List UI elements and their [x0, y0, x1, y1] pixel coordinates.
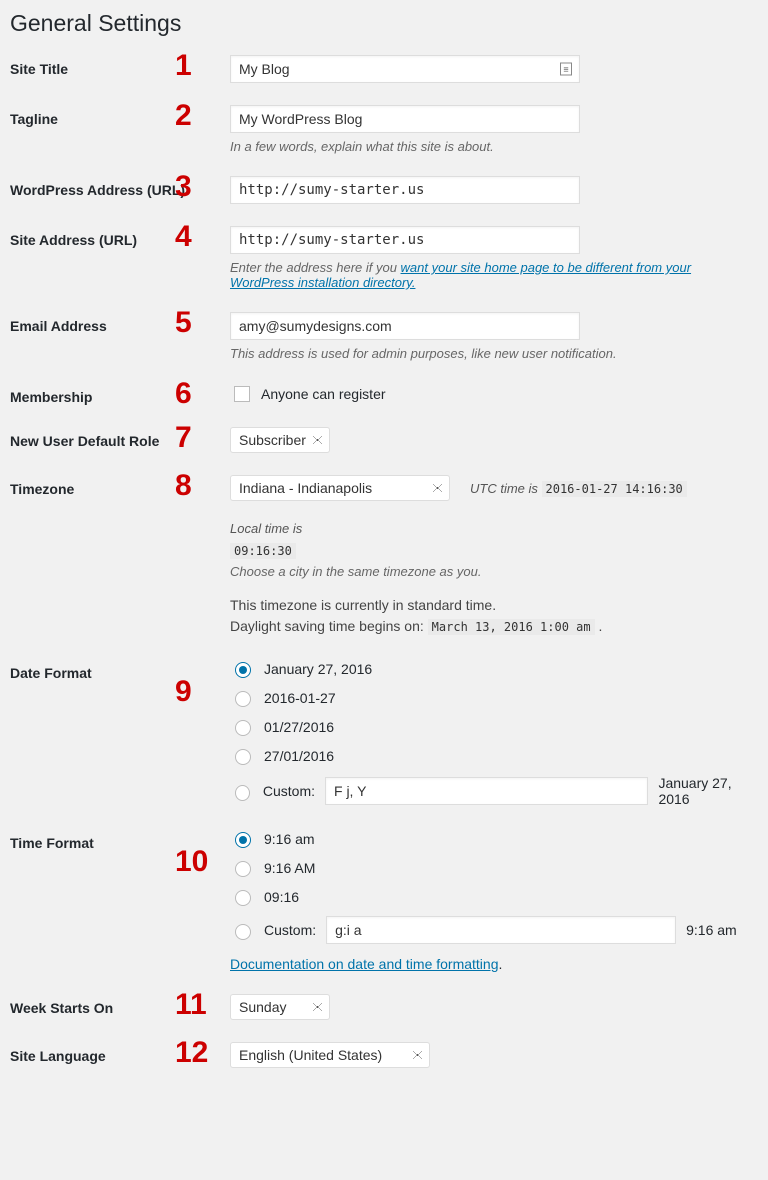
email-input[interactable] — [230, 312, 580, 340]
annotation-2: 2 — [175, 101, 192, 131]
site-language-label: Site Language — [10, 1048, 106, 1064]
email-desc: This address is used for admin purposes,… — [230, 346, 758, 361]
time-format-custom-preview: 9:16 am — [686, 922, 737, 938]
annotation-8: 8 — [175, 471, 192, 501]
time-format-radio-2[interactable] — [235, 861, 251, 877]
date-format-custom-input[interactable] — [325, 777, 648, 805]
default-role-label: New User Default Role — [10, 433, 159, 449]
row-time-format: Time Format 10 9:16 am 9:16 AM 09:16 Cus… — [10, 829, 758, 972]
time-format-radio-custom[interactable] — [235, 924, 251, 940]
site-address-desc-prefix: Enter the address here if you — [230, 260, 401, 275]
time-format-option-1: 9:16 am — [264, 831, 315, 847]
time-format-option-row: 09:16 — [230, 887, 758, 906]
week-starts-select[interactable]: Sunday — [230, 994, 330, 1020]
site-address-input[interactable] — [230, 226, 580, 254]
date-format-radio-3[interactable] — [235, 720, 251, 736]
time-format-custom-label: Custom: — [264, 922, 316, 938]
membership-checkbox-label: Anyone can register — [261, 386, 386, 402]
date-format-custom-preview: January 27, 2016 — [658, 775, 758, 807]
row-site-language: Site Language 12 English (United States) — [10, 1042, 758, 1068]
annotation-4: 4 — [175, 222, 192, 252]
membership-checkbox[interactable] — [234, 386, 250, 402]
row-week-starts: Week Starts On 11 Sunday — [10, 994, 758, 1020]
date-format-label: Date Format — [10, 665, 92, 681]
annotation-7: 7 — [175, 423, 192, 453]
date-format-option-2: 2016-01-27 — [264, 690, 336, 706]
utc-time-value: 2016-01-27 14:16:30 — [542, 481, 687, 497]
annotation-1: 1 — [175, 51, 192, 81]
date-format-custom-row: Custom: January 27, 2016 — [230, 775, 758, 807]
time-format-doc-link[interactable]: Documentation on date and time formattin… — [230, 956, 499, 972]
date-format-option-1: January 27, 2016 — [264, 661, 372, 677]
row-date-format: Date Format 9 January 27, 2016 2016-01-2… — [10, 659, 758, 807]
date-format-option-3: 01/27/2016 — [264, 719, 334, 735]
time-format-option-2: 9:16 AM — [264, 860, 315, 876]
annotation-11: 11 — [175, 990, 207, 1020]
tagline-desc: In a few words, explain what this site i… — [230, 139, 758, 154]
date-format-option-4: 27/01/2016 — [264, 748, 334, 764]
date-format-option-row: 01/27/2016 — [230, 717, 758, 736]
tagline-input[interactable] — [230, 105, 580, 133]
default-role-select[interactable]: Subscriber — [230, 427, 330, 453]
timezone-dst-value: March 13, 2016 1:00 am — [428, 619, 595, 635]
date-format-option-row: 2016-01-27 — [230, 688, 758, 707]
annotation-12: 12 — [175, 1038, 208, 1068]
time-format-radio-1[interactable] — [235, 832, 251, 848]
row-site-title: Site Title 1 ≡ — [10, 55, 758, 83]
local-time-label: Local time is — [230, 521, 302, 536]
date-format-radio-1[interactable] — [235, 662, 251, 678]
row-default-role: New User Default Role 7 Subscriber — [10, 427, 758, 453]
annotation-10: 10 — [175, 847, 208, 877]
date-format-custom-label: Custom: — [263, 783, 315, 799]
time-format-custom-row: Custom: 9:16 am — [230, 916, 758, 944]
time-format-custom-input[interactable] — [326, 916, 676, 944]
annotation-9: 9 — [175, 677, 192, 707]
site-title-input[interactable] — [230, 55, 580, 83]
time-format-option-3: 09:16 — [264, 889, 299, 905]
date-format-radio-custom[interactable] — [235, 785, 250, 801]
date-format-radio-4[interactable] — [235, 749, 251, 765]
utc-time: UTC time is 2016-01-27 14:16:30 — [470, 480, 687, 496]
week-starts-label: Week Starts On — [10, 1000, 113, 1016]
annotation-5: 5 — [175, 308, 192, 338]
row-membership: Membership 6 Anyone can register — [10, 383, 758, 405]
site-language-select[interactable]: English (United States) — [230, 1042, 430, 1068]
wp-address-input[interactable] — [230, 176, 580, 204]
timezone-std-line: This timezone is currently in standard t… — [230, 595, 758, 616]
timezone-label: Timezone — [10, 481, 74, 497]
utc-time-label: UTC time is — [470, 481, 542, 496]
date-format-option-row: January 27, 2016 — [230, 659, 758, 678]
autofill-icon: ≡ — [560, 63, 572, 76]
timezone-desc: Choose a city in the same timezone as yo… — [230, 564, 758, 579]
site-title-label: Site Title — [10, 61, 68, 77]
annotation-3: 3 — [175, 172, 192, 202]
time-format-option-row: 9:16 am — [230, 829, 758, 848]
site-address-label: Site Address (URL) — [10, 232, 137, 248]
page-title: General Settings — [10, 10, 758, 37]
row-site-address: Site Address (URL) 4 Enter the address h… — [10, 226, 758, 290]
annotation-6: 6 — [175, 379, 192, 409]
time-format-option-row: 9:16 AM — [230, 858, 758, 877]
date-format-radio-2[interactable] — [235, 691, 251, 707]
site-address-desc: Enter the address here if you want your … — [230, 260, 758, 290]
email-label: Email Address — [10, 318, 107, 334]
date-format-option-row: 27/01/2016 — [230, 746, 758, 765]
timezone-select[interactable]: Indiana - Indianapolis — [230, 475, 450, 501]
row-tagline: Tagline 2 In a few words, explain what t… — [10, 105, 758, 154]
time-format-radio-3[interactable] — [235, 890, 251, 906]
tagline-label: Tagline — [10, 111, 58, 127]
time-format-label: Time Format — [10, 835, 94, 851]
local-time-value: 09:16:30 — [230, 543, 296, 559]
row-wp-address: WordPress Address (URL) 3 — [10, 176, 758, 204]
wp-address-label: WordPress Address (URL) — [10, 182, 185, 198]
row-email: Email Address 5 This address is used for… — [10, 312, 758, 361]
membership-label: Membership — [10, 389, 92, 405]
timezone-dst-prefix: Daylight saving time begins on: — [230, 618, 428, 634]
row-timezone: Timezone 8 Indiana - Indianapolis UTC ti… — [10, 475, 758, 637]
